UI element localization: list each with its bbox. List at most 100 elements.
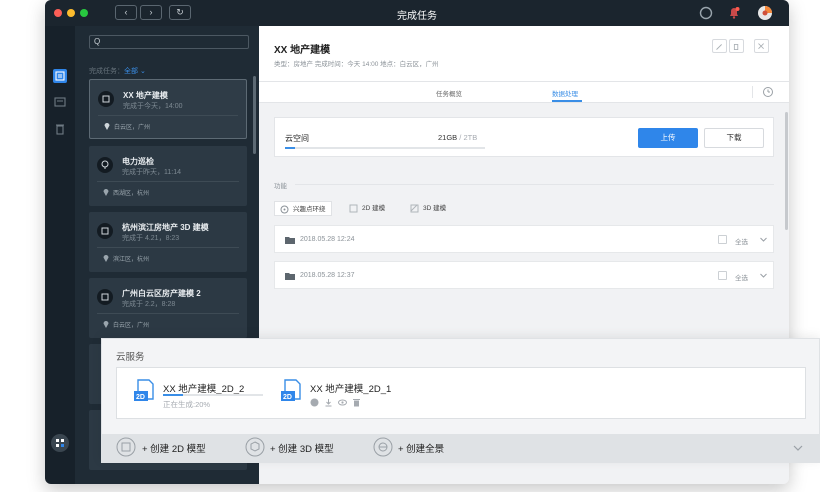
cloud-label: 云空间 <box>285 134 309 143</box>
model-3d-icon <box>245 437 265 457</box>
search-input[interactable]: Q <box>89 35 249 49</box>
window-title: 完成任务 <box>397 11 437 22</box>
feature-label: 兴趣点环绕 <box>293 206 326 213</box>
task-time: 完成于昨天，11:14 <box>122 169 181 176</box>
model-2d-button[interactable]: 2D 建模 <box>344 201 390 216</box>
task-title: 杭州滨江房地产 3D 建模 <box>122 223 209 232</box>
task-location: 滨江区，杭州 <box>113 257 150 263</box>
task-time: 完成于 4.21，8:23 <box>122 235 180 242</box>
building-icon <box>97 223 113 239</box>
features-label: 功能 <box>274 183 287 190</box>
pencil-icon <box>716 44 723 50</box>
file-name: XX 地产建模_2D_2 <box>163 384 245 395</box>
create-panorama-button[interactable]: + 创建全景 <box>398 441 444 455</box>
location-pin-icon <box>103 189 109 196</box>
cloud-used: 21GB <box>438 133 458 142</box>
cloud-usage: 21GB / 2TB <box>438 133 477 142</box>
panel-actions: + 创建 2D 模型 + 创建 3D 模型 + 创建全景 <box>102 434 819 462</box>
task-card[interactable]: 广州白云区房产建模 2 完成于 2.2，8:28 白云区，广州 <box>89 278 247 338</box>
folder-icon <box>285 237 295 244</box>
task-filter[interactable]: 完成任务：全部 ⌄ <box>89 66 146 76</box>
divider <box>752 86 753 98</box>
detail-header: XX 地产建模 类型：房地产 完成时间：今天 14:00 地点：白云区，广州 <box>259 26 789 82</box>
task-title: 广州白云区房产建模 2 <box>122 289 201 298</box>
detail-meta: 类型：房地产 完成时间：今天 14:00 地点：白云区，广州 <box>274 61 439 68</box>
edit-button[interactable] <box>712 39 727 53</box>
create-3d-model-button[interactable]: + 创建 3D 模型 <box>270 441 334 455</box>
cloud-file-list: 2D XX 地产建模_2D_2 正在生成:20% 2D XX 地产建模_2D_1 <box>116 367 806 419</box>
select-all-label: 全选 <box>735 275 748 282</box>
select-all-checkbox[interactable] <box>718 235 727 244</box>
inspection-icon <box>97 157 113 173</box>
close-icon <box>758 43 764 50</box>
download-icon[interactable] <box>324 398 333 407</box>
detail-title: XX 地产建模 <box>274 45 331 56</box>
location-pin-icon <box>103 255 109 262</box>
chevron-down-icon: ⌄ <box>139 68 146 75</box>
chevron-down-icon[interactable] <box>759 271 768 280</box>
task-location: 白云区，广州 <box>113 323 150 329</box>
download-button[interactable]: 下载 <box>704 128 764 148</box>
file-status: 正在生成:20% <box>163 400 211 409</box>
building-icon <box>97 289 113 305</box>
chevron-down-icon[interactable] <box>792 442 804 454</box>
task-card[interactable]: 杭州滨江房地产 3D 建模 完成于 4.21，8:23 滨江区，杭州 <box>89 212 247 272</box>
divider <box>98 115 238 116</box>
tab-overview[interactable]: 任务概览 <box>436 88 462 98</box>
file-progress-fill <box>163 394 183 396</box>
apps-icon[interactable] <box>51 434 69 452</box>
divider <box>295 184 774 185</box>
chevron-down-icon[interactable] <box>759 235 768 244</box>
feature-label: 3D 建模 <box>423 205 447 212</box>
history-clock-icon[interactable] <box>762 86 774 98</box>
eye-icon[interactable] <box>338 398 347 407</box>
folder-row[interactable]: 2018.05.28 12:37 全选 <box>274 261 774 289</box>
file-badge: 2D <box>283 394 292 401</box>
filter-value[interactable]: 全部 <box>124 68 138 75</box>
model-2d-icon <box>116 437 136 457</box>
task-title: 电力巡检 <box>122 157 154 166</box>
folder-row[interactable]: 2018.05.28 12:24 全选 <box>274 225 774 253</box>
tab-data-processing[interactable]: 数据处理 <box>552 88 578 98</box>
location-pin-icon <box>104 123 110 130</box>
select-all-checkbox[interactable] <box>718 271 727 280</box>
detail-scrollbar[interactable] <box>785 112 788 230</box>
delete-button[interactable] <box>729 39 744 53</box>
create-2d-model-button[interactable]: + 创建 2D 模型 <box>142 441 206 455</box>
task-time: 完成于 2.2，8:28 <box>122 301 176 308</box>
upload-button[interactable]: 上传 <box>638 128 698 148</box>
divider <box>97 181 239 182</box>
detail-tabs: 任务概览 数据处理 <box>259 82 789 103</box>
cloud-file-item[interactable]: 2D XX 地产建模_2D_1 <box>280 368 420 420</box>
trash-icon[interactable] <box>53 122 67 136</box>
cloud-usage-fill <box>285 147 295 149</box>
notification-bell-icon[interactable] <box>726 5 742 21</box>
folder-date: 2018.05.28 12:37 <box>300 272 355 279</box>
task-card[interactable]: 电力巡检 完成于昨天，11:14 西湖区，杭州 <box>89 146 247 206</box>
panel-title: 云服务 <box>116 352 145 363</box>
list-scrollbar[interactable] <box>253 76 256 154</box>
active-tab-indicator <box>552 100 582 102</box>
model-3d-button[interactable]: 3D 建模 <box>405 201 451 216</box>
media-icon[interactable] <box>53 95 67 109</box>
title-bar: ‹ › ↻ 完成任务 <box>45 0 789 26</box>
task-card[interactable]: XX 地产建模 完成于今天，14:00 白云区，广州 <box>89 79 247 139</box>
search-icon: Q <box>94 37 101 46</box>
tasks-icon[interactable] <box>53 69 67 83</box>
cloud-storage-card: 云空间 21GB / 2TB 上传 下载 <box>274 117 774 157</box>
close-button[interactable] <box>754 39 769 53</box>
file-badge: 2D <box>136 394 145 401</box>
filter-label: 完成任务： <box>89 68 124 75</box>
poi-orbit-button[interactable]: 兴趣点环绕 <box>274 201 332 216</box>
folder-date: 2018.05.28 12:24 <box>300 236 355 243</box>
status-circle-icon[interactable] <box>698 5 714 21</box>
info-icon[interactable] <box>310 398 319 407</box>
icon-rail <box>45 26 75 484</box>
trash-icon <box>733 44 739 50</box>
map-2d-icon <box>349 204 358 213</box>
orbit-icon <box>280 205 289 214</box>
cloud-file-item[interactable]: 2D XX 地产建模_2D_2 正在生成:20% <box>133 368 273 420</box>
trash-icon[interactable] <box>352 398 361 407</box>
user-avatar-icon[interactable] <box>757 5 773 21</box>
task-time: 完成于今天，14:00 <box>123 103 183 110</box>
